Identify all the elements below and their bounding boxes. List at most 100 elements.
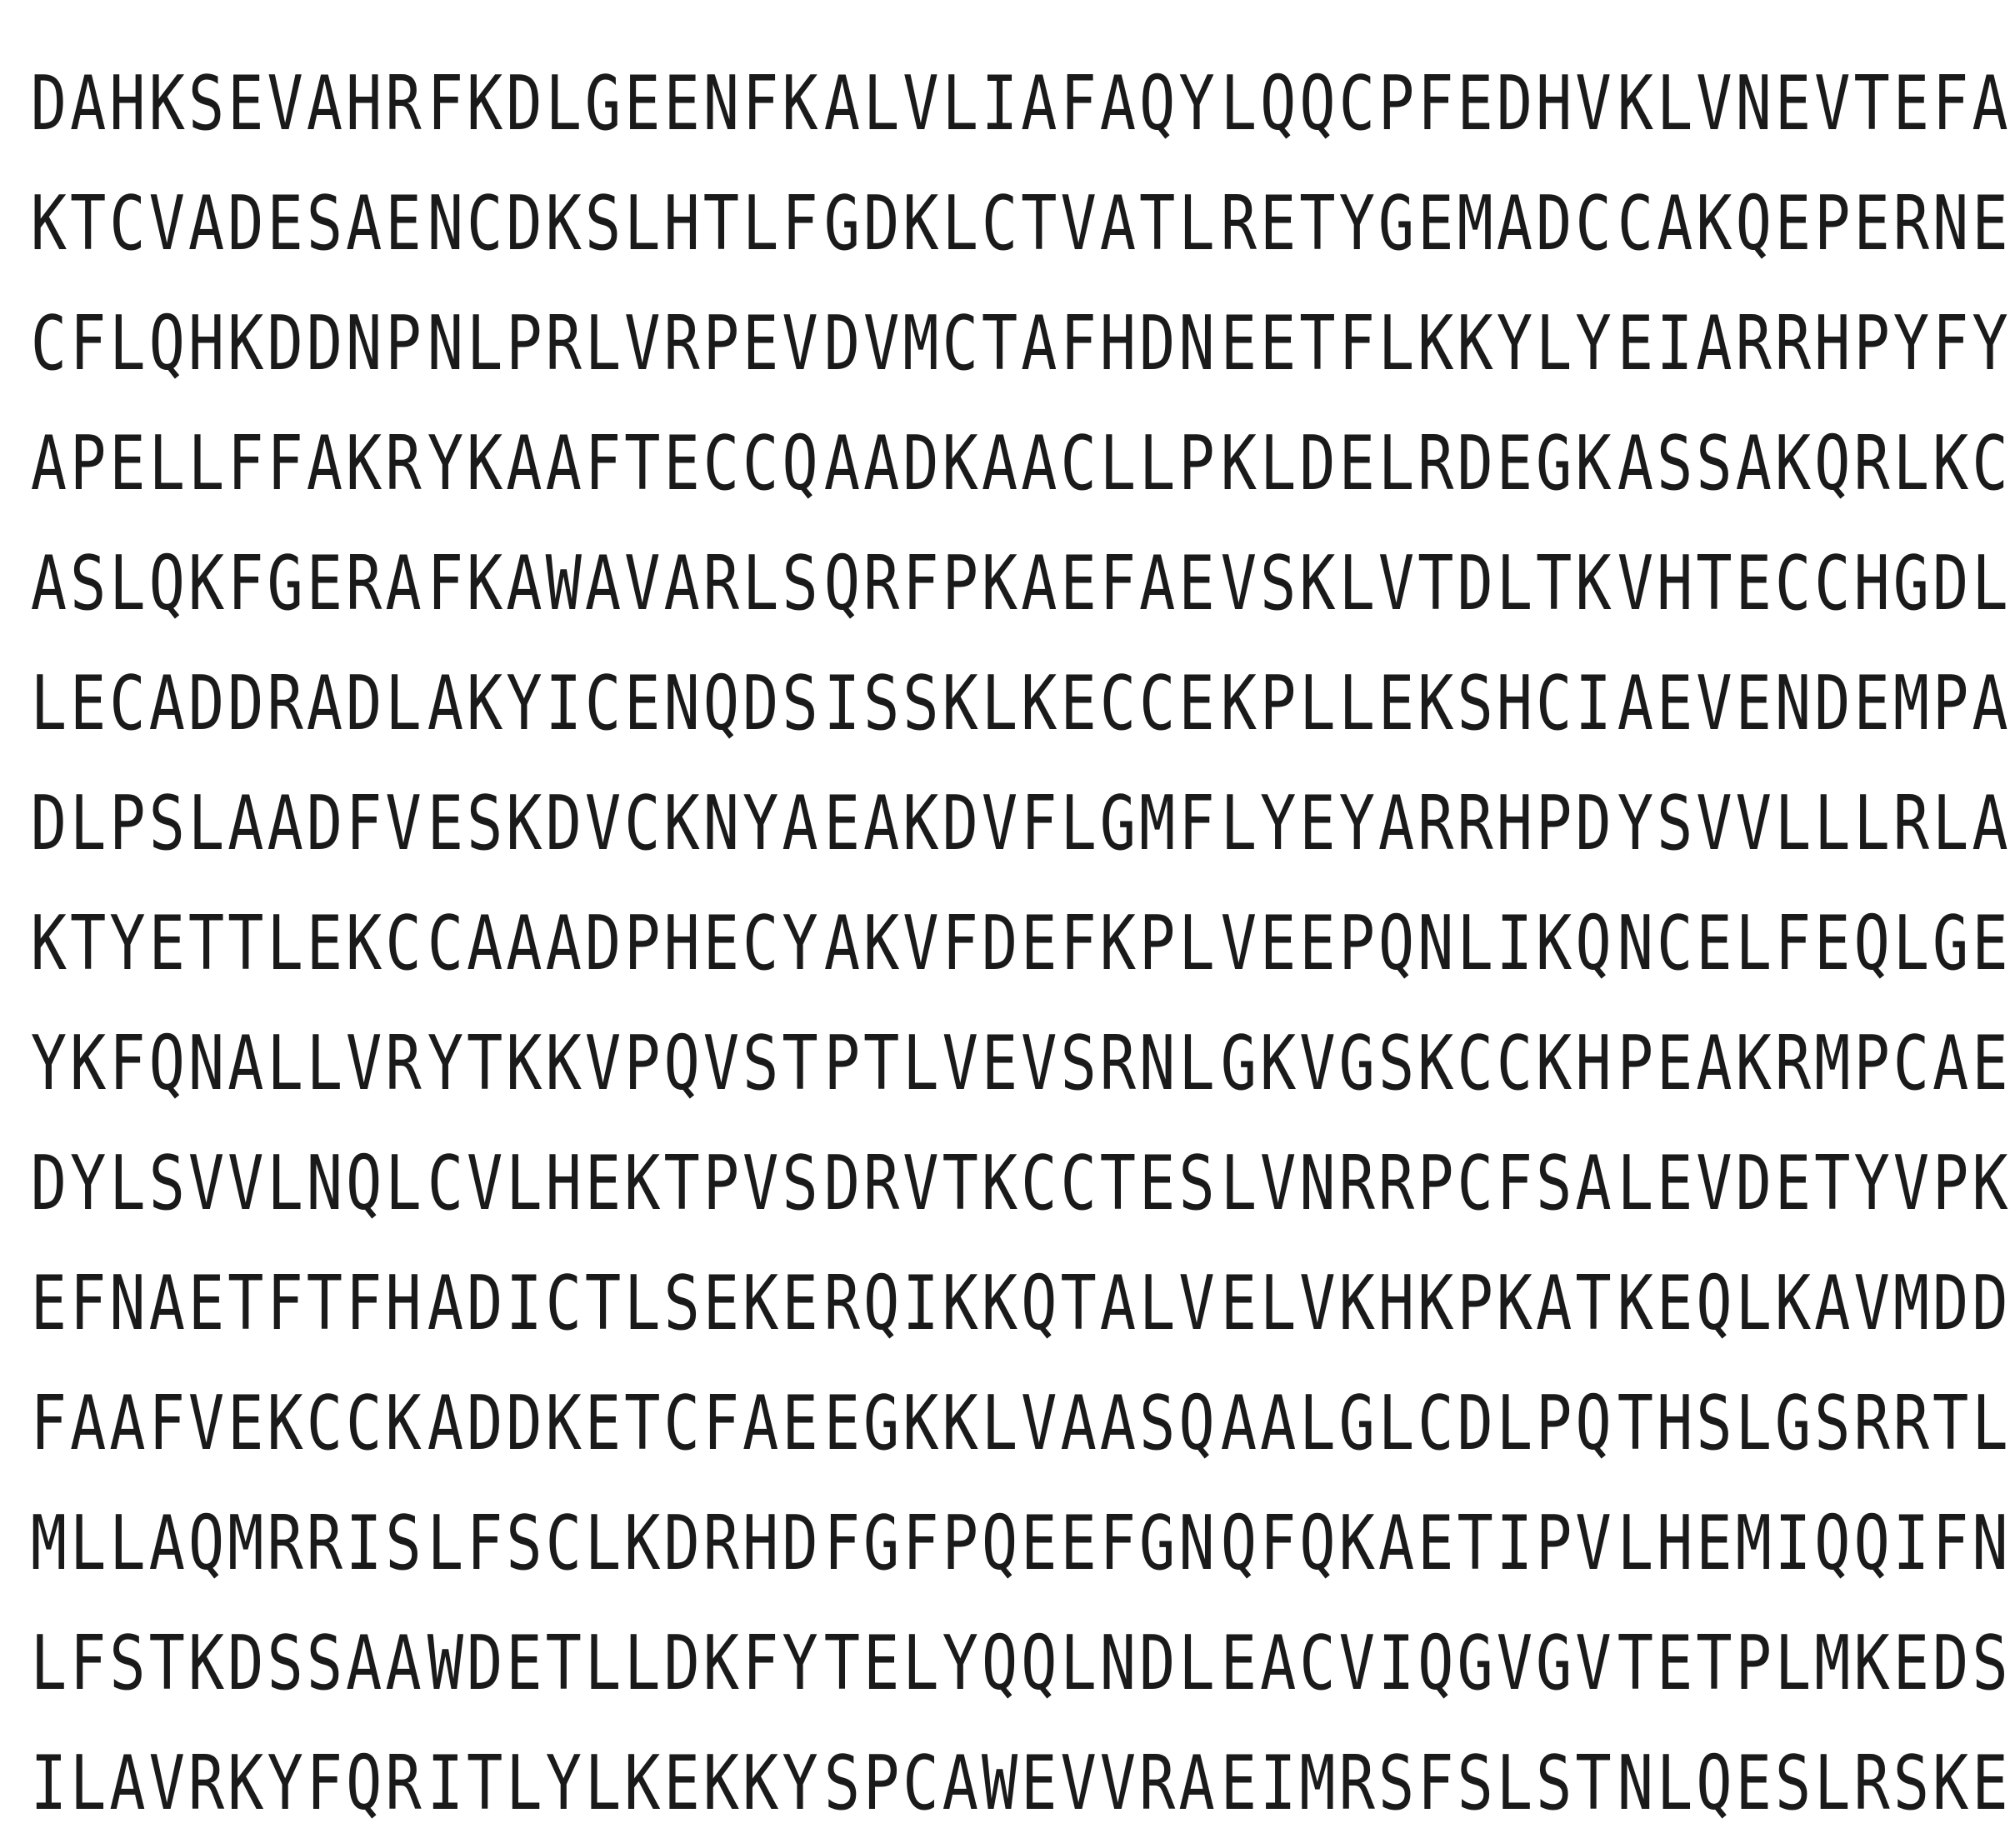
residue-letter: C	[1060, 420, 1097, 507]
residue-letter: L	[148, 420, 185, 507]
residue-letter: Q	[1418, 1620, 1454, 1707]
residue-letter: A	[228, 780, 264, 867]
residue-letter: G	[1099, 780, 1137, 867]
residue-letter: E	[306, 540, 343, 627]
residue-letter: K	[1099, 900, 1137, 987]
sequence-row: DAHKSEVAHR FKDLGEENFK ALVLIAFAQY LQQCPFE…	[0, 46, 2015, 162]
residue-letter: K	[624, 1500, 661, 1587]
sequence-block: ADDKETCFAE	[427, 1366, 818, 1482]
residue-letter: F	[109, 1020, 146, 1107]
residue-letter: E	[782, 1380, 818, 1467]
residue-letter: D	[188, 660, 225, 747]
residue-letter: S	[385, 1500, 422, 1587]
residue-letter: V	[148, 1740, 185, 1827]
residue-letter: R	[1139, 1740, 1176, 1827]
residue-letter: D	[1496, 60, 1533, 147]
residue-letter: Y	[1575, 300, 1612, 387]
residue-letter: A	[1932, 1020, 1969, 1107]
residue-letter: K	[782, 60, 818, 147]
sequence-row: EFNAETFTFH ADICTLSEKE RQIKKQTALV ELVKHKP…	[0, 1246, 2015, 1362]
residue-letter: L	[1139, 420, 1176, 507]
sequence-block: PTLVEVSRNL	[823, 1006, 1215, 1122]
residue-letter: R	[545, 300, 582, 387]
residue-letter: A	[1972, 660, 2008, 747]
residue-letter: C	[1774, 540, 1812, 627]
residue-letter: Y	[1260, 780, 1297, 867]
residue-letter: F	[346, 780, 382, 867]
residue-letter: G	[1774, 1380, 1812, 1467]
residue-letter: A	[346, 1620, 382, 1707]
residue-letter: K	[942, 1380, 978, 1467]
residue-letter: S	[506, 1500, 542, 1587]
residue-letter: A	[823, 60, 861, 147]
residue-letter: A	[1972, 780, 2008, 867]
residue-letter: E	[663, 1740, 700, 1827]
residue-letter: H	[385, 1260, 422, 1347]
residue-letter: D	[663, 1500, 700, 1587]
sequence-block: EIMRSFSLST	[1220, 1726, 1612, 1842]
residue-letter: E	[148, 900, 185, 987]
residue-letter: S	[584, 180, 622, 267]
sequence-block: LECADDRADL	[30, 646, 422, 762]
residue-letter: V	[1060, 180, 1097, 267]
residue-letter: K	[942, 420, 978, 507]
residue-letter: P	[702, 1140, 740, 1227]
residue-letter: S	[1139, 1380, 1176, 1467]
sequence-block: ISSKLKECCE	[823, 646, 1215, 762]
residue-letter: S	[863, 660, 900, 747]
residue-letter: C	[1299, 1620, 1336, 1707]
residue-letter: C	[584, 660, 622, 747]
residue-letter: E	[1657, 1260, 1693, 1347]
residue-letter: I	[902, 1260, 939, 1347]
residue-letter: T	[70, 180, 107, 267]
residue-letter: D	[942, 780, 978, 867]
residue-letter: G	[863, 1500, 900, 1587]
residue-letter: V	[1021, 1020, 1058, 1107]
residue-letter: E	[1696, 900, 1732, 987]
sequence-block: ELVKHKPKAT	[1220, 1246, 1612, 1362]
residue-letter: L	[1220, 780, 1258, 867]
residue-letter: L	[545, 60, 582, 147]
residue-letter: E	[1972, 1740, 2008, 1827]
residue-letter: E	[1060, 540, 1097, 627]
residue-letter: S	[1378, 1020, 1415, 1107]
residue-letter: Y	[1617, 780, 1654, 867]
residue-letter: K	[742, 1260, 779, 1347]
sequence-block: DYLSVVLNQL	[30, 1126, 422, 1242]
residue-letter: R	[702, 1500, 740, 1587]
residue-letter: Y	[30, 1020, 68, 1107]
residue-letter: R	[1099, 1020, 1137, 1107]
residue-letter: C	[427, 1140, 464, 1227]
residue-letter: Y	[1853, 1140, 1890, 1227]
residue-letter: K	[1338, 1260, 1375, 1347]
residue-letter: H	[1657, 540, 1693, 627]
residue-letter: N	[1932, 180, 1969, 267]
residue-letter: L	[1496, 1740, 1533, 1827]
residue-letter: A	[545, 900, 582, 987]
residue-letter: P	[823, 1020, 861, 1107]
residue-letter: L	[1735, 1380, 1772, 1467]
residue-letter: P	[942, 1500, 978, 1587]
residue-letter: R	[863, 540, 900, 627]
residue-letter: N	[1099, 1620, 1137, 1707]
residue-letter: C	[663, 1380, 700, 1467]
sequence-block: KEQLKAVMDD	[1617, 1246, 2008, 1362]
residue-letter: E	[385, 180, 422, 267]
residue-letter: K	[1932, 420, 1969, 507]
sequence-block: KPLLEKSHCI	[1220, 646, 1612, 762]
residue-letter: F	[1021, 780, 1058, 867]
residue-letter: V	[902, 900, 939, 987]
residue-letter: D	[1457, 1380, 1493, 1467]
sequence-block: EGKKLVAASQ	[823, 1366, 1215, 1482]
sequence-block: KTCVADESAE	[30, 166, 422, 282]
residue-letter: T	[188, 900, 225, 987]
residue-letter: I	[545, 660, 582, 747]
residue-letter: C	[1575, 180, 1612, 267]
residue-letter: Q	[346, 1140, 382, 1227]
residue-letter: E	[1735, 540, 1772, 627]
residue-letter: S	[823, 1740, 861, 1827]
residue-letter: A	[346, 180, 382, 267]
residue-letter: Y	[782, 1740, 818, 1827]
residue-letter: T	[1299, 180, 1336, 267]
residue-letter: K	[1696, 180, 1732, 267]
